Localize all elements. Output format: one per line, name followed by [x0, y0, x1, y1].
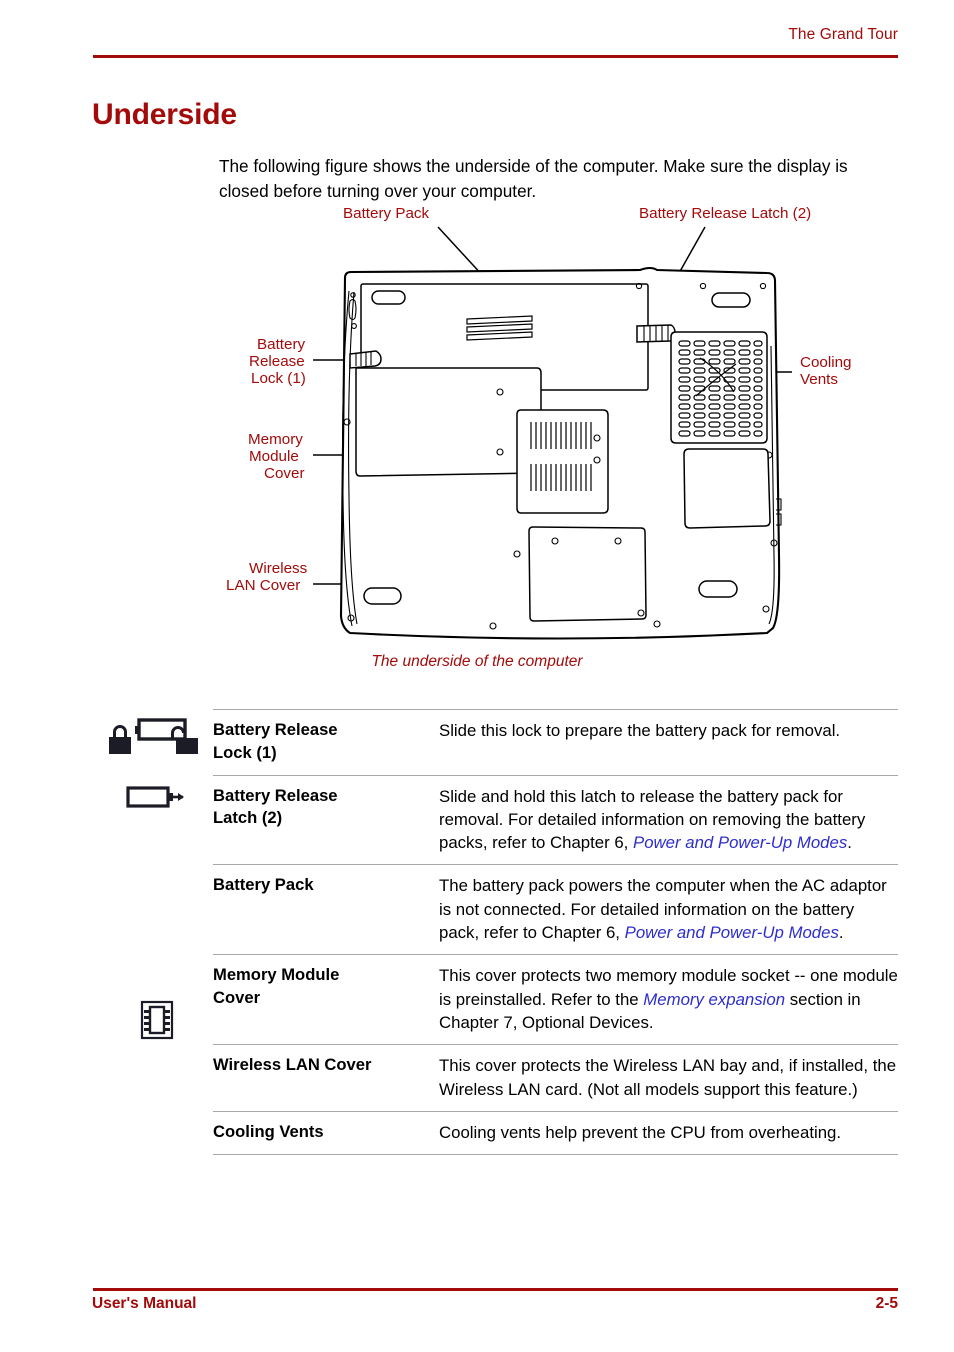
spec-term-line2: Cover — [213, 988, 261, 1008]
figure-caption: The underside of the computer — [371, 653, 583, 670]
battery-eject-icon — [126, 784, 186, 815]
lock-open-icon — [171, 726, 198, 754]
spec-term: Battery Release Latch (2) — [213, 785, 439, 855]
spec-term: Wireless LAN Cover — [213, 1054, 439, 1101]
battery-release-latch-slider — [636, 324, 676, 343]
callout-battery-release-lock-1: Battery — [257, 336, 306, 353]
description-text: . — [838, 923, 844, 943]
spec-term: Cooling Vents — [213, 1121, 439, 1144]
cross-reference-link[interactable]: Power and Power-Up Modes — [633, 833, 847, 852]
underside-figure: .lbl { font-family: "Liberation Sans", s… — [0, 196, 954, 686]
callout-battery-release-lock-3: Lock (1) — [251, 370, 306, 387]
callout-battery-pack: Battery Pack — [343, 205, 430, 222]
spec-term-line1: Battery Release — [213, 785, 338, 805]
spec-description: Cooling vents help prevent the CPU from … — [439, 1121, 898, 1144]
description-text: This cover protects the Wireless LAN bay… — [439, 1056, 897, 1099]
spec-term-line2: Lock (1) — [213, 742, 277, 762]
chapter-title: The Grand Tour — [788, 26, 898, 43]
spec-description: Slide this lock to prepare the battery p… — [439, 719, 898, 765]
table-row: Battery Pack The battery pack powers the… — [213, 864, 898, 954]
spec-term: Memory Module Cover — [213, 964, 439, 1034]
spec-term-line1: Cooling Vents — [213, 1121, 324, 1141]
description-text: Slide this lock to prepare the battery p… — [439, 721, 841, 740]
manual-page: The Grand Tour Underside The following f… — [0, 0, 954, 1352]
description-text: Cooling vents help prevent the CPU from … — [439, 1122, 842, 1142]
specifications-table: Battery Release Lock (1) Slide this lock… — [213, 709, 898, 1156]
spec-term-line1: Wireless LAN Cover — [213, 1055, 372, 1075]
table-row: Memory Module Cover This cover protects … — [213, 954, 898, 1044]
running-header: The Grand Tour — [93, 26, 898, 44]
spec-description: Slide and hold this latch to release the… — [439, 785, 898, 855]
battery-lock-unlock-icon — [104, 716, 202, 767]
wireless-lan-cover-panel — [528, 526, 647, 622]
header-rule — [93, 55, 898, 58]
spec-term-line1: Battery Release — [213, 720, 338, 739]
laptop-underside-drawing — [339, 266, 782, 640]
spec-term-line2: Latch (2) — [213, 808, 283, 828]
table-row: Battery Release Latch (2) Slide and hold… — [213, 774, 898, 865]
battery-outline-icon — [135, 718, 187, 741]
spec-description: This cover protects two memory module so… — [439, 964, 898, 1034]
callout-wireless-lan-cover-1: Wireless — [249, 560, 308, 577]
table-row: Cooling Vents Cooling vents help prevent… — [213, 1110, 898, 1156]
spec-description: The battery pack powers the computer whe… — [439, 874, 898, 944]
battery-release-lock-slider — [349, 350, 382, 369]
callout-memory-module-cover-3: Cover — [264, 465, 305, 482]
spec-term: Battery Release Lock (1) — [213, 719, 439, 765]
callout-cooling-vents-1: Cooling — [800, 354, 852, 371]
callout-battery-release-lock-2: Release — [249, 353, 305, 370]
footer-rule — [93, 1288, 898, 1291]
callout-battery-release-latch: Battery Release Latch (2) — [639, 205, 811, 222]
spec-term-line1: Memory Module — [213, 965, 340, 985]
cross-reference-link[interactable]: Power and Power-Up Modes — [625, 923, 839, 942]
cross-reference-link[interactable]: Memory expansion — [643, 990, 785, 1009]
spec-description: This cover protects the Wireless LAN bay… — [439, 1054, 898, 1101]
page-title: Underside — [92, 98, 237, 132]
callout-memory-module-cover-2: Module — [249, 448, 299, 465]
description-text: . — [847, 833, 852, 853]
lock-closed-icon — [109, 725, 131, 754]
table-row: Wireless LAN Cover This cover protects t… — [213, 1044, 898, 1111]
callout-wireless-lan-cover-2: LAN Cover — [226, 577, 300, 594]
footer-page-number: 2-5 — [875, 1295, 898, 1312]
callout-cooling-vents-2: Vents — [800, 371, 838, 388]
memory-chip-icon — [140, 1000, 174, 1045]
table-row: Battery Release Lock (1) Slide this lock… — [213, 709, 898, 775]
spec-term-line1: Battery Pack — [213, 875, 314, 895]
spec-term: Battery Pack — [213, 874, 439, 944]
callout-memory-module-cover-1: Memory — [248, 431, 303, 448]
